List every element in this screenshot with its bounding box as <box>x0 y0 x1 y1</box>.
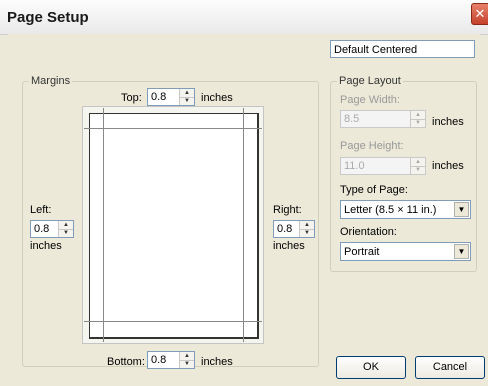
orientation-select[interactable]: Portrait ▼ <box>340 242 471 261</box>
top-margin-spinner[interactable]: 0.8 ▲ ▼ <box>147 88 195 106</box>
page-type-select[interactable]: Letter (8.5 × 11 in.) ▼ <box>340 200 471 219</box>
cancel-button[interactable]: Cancel <box>415 356 485 379</box>
left-margin-spinner[interactable]: 0.8 ▲ ▼ <box>30 220 74 238</box>
left-margin-unit: inches <box>30 240 62 252</box>
arrow-down-icon[interactable]: ▼ <box>411 166 425 174</box>
page-type-value: Letter (8.5 × 11 in.) <box>344 204 437 216</box>
page-setup-dialog: Page Setup ✕ Default Centered Margins To… <box>0 0 488 386</box>
right-margin-value: 0.8 <box>277 223 293 235</box>
page-width-label: Page Width: <box>340 94 400 106</box>
page-height-unit: inches <box>432 160 464 172</box>
bottom-margin-value: 0.8 <box>151 354 167 366</box>
arrow-down-icon[interactable]: ▼ <box>411 119 425 127</box>
arrow-down-icon[interactable]: ▼ <box>59 229 73 237</box>
page-height-spinner[interactable]: 11.0 ▲ ▼ <box>340 157 426 175</box>
left-margin-value: 0.8 <box>34 223 50 235</box>
window-title: Page Setup <box>7 9 89 26</box>
left-margin-label: Left: <box>30 204 52 216</box>
preset-name-input[interactable]: Default Centered <box>330 40 475 58</box>
page-preview <box>89 113 259 339</box>
bottom-margin-spinner[interactable]: 0.8 ▲ ▼ <box>147 351 195 369</box>
orientation-label: Orientation: <box>340 226 397 238</box>
top-margin-unit: inches <box>201 92 233 104</box>
page-width-unit: inches <box>432 116 464 128</box>
page-layout-legend: Page Layout <box>339 75 401 87</box>
bottom-margin-label: Bottom: <box>107 356 145 368</box>
right-margin-spinner[interactable]: 0.8 ▲ ▼ <box>273 220 315 238</box>
arrow-down-icon[interactable]: ▼ <box>300 229 314 237</box>
ok-button[interactable]: OK <box>336 356 406 379</box>
page-height-value: 11.0 <box>344 160 365 172</box>
bottom-margin-guide[interactable] <box>84 321 262 322</box>
close-button[interactable]: ✕ <box>471 3 488 25</box>
arrow-down-icon[interactable]: ▼ <box>180 360 194 368</box>
right-margin-unit: inches <box>273 240 305 252</box>
page-type-label: Type of Page: <box>340 184 408 196</box>
margins-legend: Margins <box>31 75 71 87</box>
page-width-value: 8.5 <box>344 113 360 125</box>
page-height-label: Page Height: <box>340 140 404 152</box>
arrow-down-icon[interactable]: ▼ <box>180 97 194 105</box>
right-margin-label: Right: <box>273 204 302 216</box>
close-icon: ✕ <box>474 6 486 21</box>
orientation-value: Portrait <box>344 246 380 258</box>
title-bar[interactable]: Page Setup ✕ <box>0 0 488 35</box>
bottom-margin-unit: inches <box>201 356 233 368</box>
right-margin-guide[interactable] <box>243 108 244 342</box>
top-margin-guide[interactable] <box>84 128 262 129</box>
chevron-down-icon[interactable]: ▼ <box>454 244 469 259</box>
top-margin-label: Top: <box>121 92 142 104</box>
left-margin-guide[interactable] <box>103 108 104 342</box>
chevron-down-icon[interactable]: ▼ <box>454 202 469 217</box>
page-width-spinner[interactable]: 8.5 ▲ ▼ <box>340 110 426 128</box>
top-margin-value: 0.8 <box>151 91 167 103</box>
